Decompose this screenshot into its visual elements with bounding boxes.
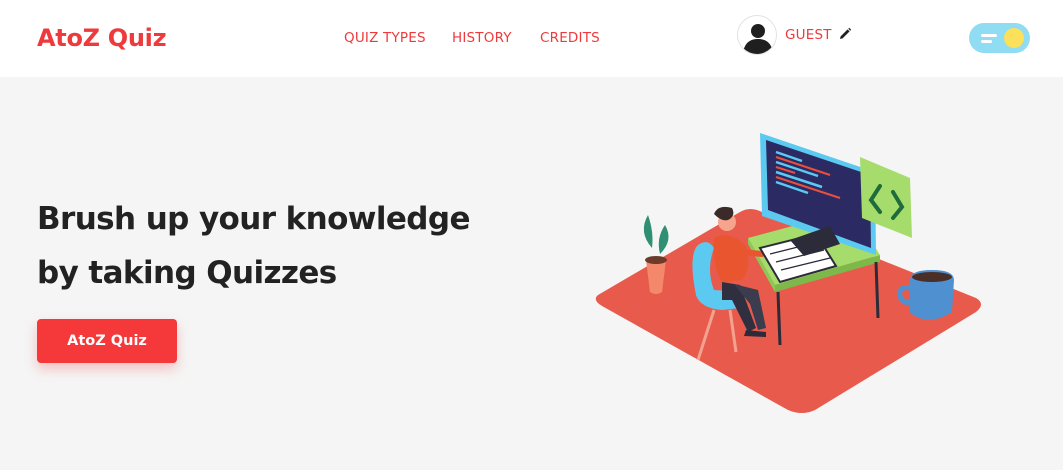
headline-emphasis: Quizzes [206,255,337,291]
user-name: GUEST [785,27,832,43]
nav-history[interactable]: HISTORY [452,30,512,46]
user-avatar-icon[interactable] [737,15,777,55]
theme-toggle-switch[interactable] [969,23,1030,53]
sun-knob-icon [1004,28,1024,48]
pencil-icon[interactable] [838,26,852,40]
nav-credits[interactable]: CREDITS [540,30,600,46]
developer-desk-illustration [595,133,981,413]
headline-line-2: by taking Quizzes [37,246,470,300]
toggle-line-icon [981,40,992,43]
start-quiz-button[interactable]: AtoZ Quiz [37,319,177,363]
headline-line-1: Brush up your knowledge [37,201,470,237]
hero-headline: Brush up your knowledge by taking Quizze… [37,192,470,300]
toggle-line-icon [981,34,997,37]
nav-quiz-types[interactable]: QUIZ TYPES [344,30,426,46]
top-nav-bar: AtoZ Quiz QUIZ TYPES HISTORY CREDITS GUE… [0,0,1063,77]
headline-prefix: by taking [37,255,207,291]
brand-logo[interactable]: AtoZ Quiz [37,24,167,52]
